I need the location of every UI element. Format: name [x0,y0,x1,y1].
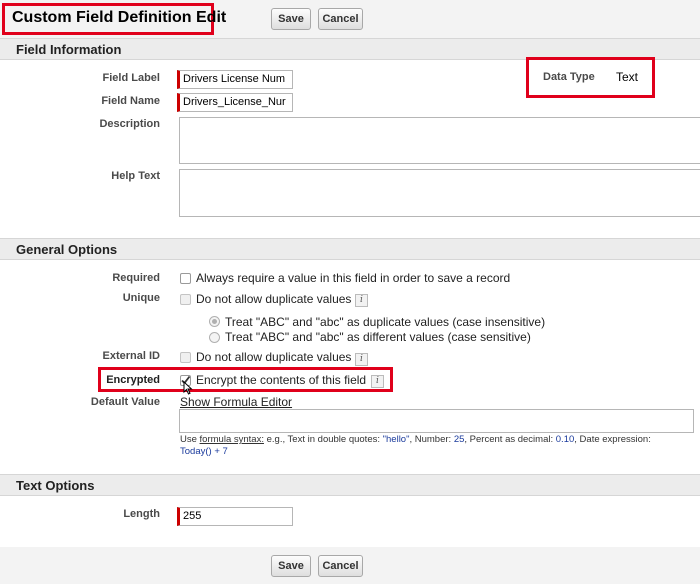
unique-case-insensitive-text: Treat "ABC" and "abc" as duplicate value… [225,315,546,329]
section-heading: Text Options [16,478,95,493]
encrypted-label: Encrypted [106,374,160,386]
description-textarea[interactable] [179,117,700,164]
default-value-label: Default Value [90,396,160,408]
formula-syntax-link[interactable]: formula syntax: [200,434,264,445]
field-label-input[interactable]: Drivers License Num [177,70,293,89]
section-heading: General Options [16,242,118,257]
page-title: Custom Field Definition Edit [12,9,227,26]
hint-example: Today() + 7 [180,446,228,457]
unique-case-sensitive-text: Treat "ABC" and "abc" as different value… [225,330,531,344]
formula-hint-line: Use formula syntax: e.g., Text in double… [180,434,651,445]
encrypted-text: Encrypt the contents of this field [196,373,367,387]
hint-example: 25 [453,434,465,445]
unique-checkbox[interactable] [180,294,191,305]
data-type-label: Data Type [543,71,595,83]
required-text: Always require a value in this field in … [196,271,511,285]
info-icon[interactable]: i [371,375,384,388]
section-heading: Field Information [16,42,122,57]
hint-text: , Date expression: [574,434,651,445]
external-id-text: Do not allow duplicate values [196,350,352,364]
field-label-label: Field Label [102,72,160,84]
hint-example: 0.10 [555,434,575,445]
hint-example: "hello" [382,434,410,445]
footer-cancel-button[interactable]: Cancel [318,555,363,577]
section-text-options: Text Options [0,474,700,496]
hint-text: , Percent as decimal: [464,434,556,445]
help-text-label: Help Text [111,170,160,182]
data-type-value: Text [616,70,639,84]
footer-save-button[interactable]: Save [271,555,311,577]
required-checkbox[interactable] [180,273,191,284]
field-name-label: Field Name [101,95,160,107]
length-label: Length [123,508,160,520]
help-text-textarea[interactable] [179,169,700,217]
length-input[interactable]: 255 [177,507,293,526]
description-label: Description [99,118,160,130]
hint-text: , Number: [409,434,454,445]
unique-case-insensitive-radio[interactable] [209,316,220,327]
show-formula-editor-link[interactable]: Show Formula Editor [180,395,292,409]
unique-text: Do not allow duplicate values [196,292,352,306]
required-label: Required [112,272,160,284]
external-id-checkbox[interactable] [180,352,191,363]
hint-text: e.g., Text in double quotes: [263,434,383,445]
unique-label: Unique [122,292,160,304]
save-button[interactable]: Save [271,8,311,30]
cancel-button[interactable]: Cancel [318,8,363,30]
mouse-cursor-icon [183,381,193,395]
default-value-input[interactable] [179,409,694,433]
hint-text: Use [180,434,200,445]
info-icon[interactable]: i [355,353,368,366]
info-icon[interactable]: i [355,294,368,307]
external-id-label: External ID [102,350,160,362]
section-general-options: General Options [0,238,700,260]
field-name-input[interactable]: Drivers_License_Nur [177,93,293,112]
unique-case-sensitive-radio[interactable] [209,332,220,343]
